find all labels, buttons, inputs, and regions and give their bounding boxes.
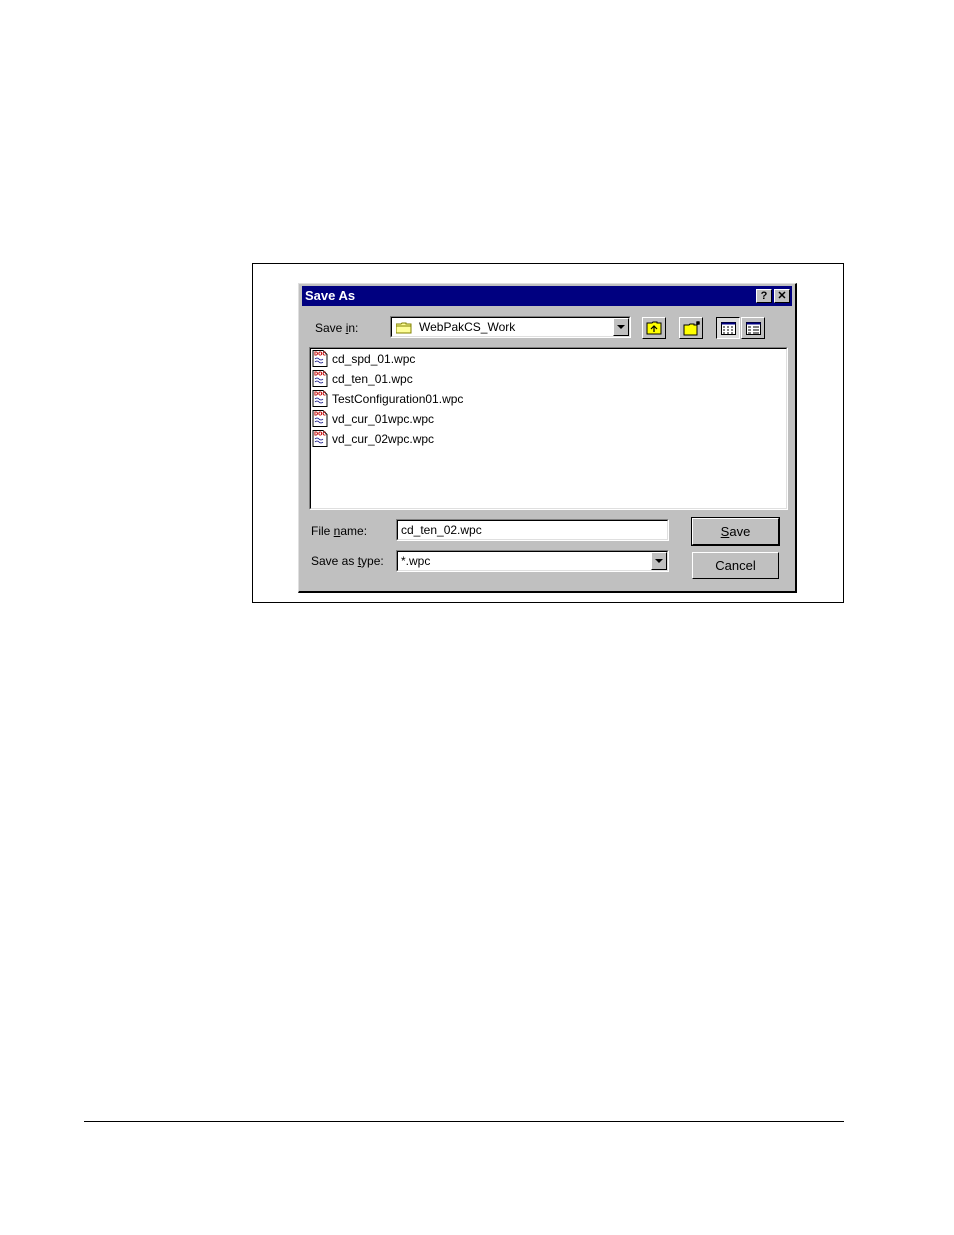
save-as-type-value: *.wpc bbox=[401, 554, 431, 568]
svg-text:DOC: DOC bbox=[314, 392, 326, 398]
svg-text:DOC: DOC bbox=[314, 372, 326, 378]
document-icon: DOC bbox=[312, 350, 328, 367]
file-name: cd_spd_01.wpc bbox=[332, 352, 416, 366]
up-folder-icon bbox=[646, 321, 662, 340]
svg-text:DOC: DOC bbox=[314, 412, 326, 418]
chevron-down-icon[interactable] bbox=[651, 552, 667, 570]
details-view-button[interactable] bbox=[741, 317, 765, 339]
list-view-icon bbox=[721, 322, 736, 340]
file-list[interactable]: DOC cd_spd_01.wpc DOC cd_ten_01.wpc DOC TestC… bbox=[309, 347, 788, 510]
chevron-down-icon[interactable] bbox=[613, 318, 629, 336]
file-name: vd_cur_01wpc.wpc bbox=[332, 412, 435, 426]
save-in-dropdown[interactable]: WebPakCS_Work bbox=[390, 316, 631, 338]
details-view-icon bbox=[746, 322, 761, 340]
svg-text:DOC: DOC bbox=[314, 352, 326, 358]
list-view-button[interactable] bbox=[716, 317, 740, 339]
title-bar[interactable]: Save As ? ✕ bbox=[302, 286, 792, 306]
save-as-type-dropdown[interactable]: *.wpc bbox=[396, 550, 669, 572]
document-icon: DOC bbox=[312, 410, 328, 427]
new-folder-icon bbox=[683, 320, 701, 341]
save-button[interactable]: Save bbox=[691, 517, 780, 546]
file-name-label: File name: bbox=[311, 524, 368, 538]
cancel-button[interactable]: Cancel bbox=[692, 552, 779, 579]
save-as-dialog: Save As ? ✕ Save in: WebPakCS_Work DOC c… bbox=[298, 283, 797, 593]
footer-rule bbox=[84, 1121, 844, 1122]
document-icon: DOC bbox=[312, 370, 328, 387]
svg-text:DOC: DOC bbox=[314, 432, 326, 438]
file-name: cd_ten_01.wpc bbox=[332, 372, 413, 386]
save-in-label: Save in: bbox=[315, 321, 359, 335]
file-name-input[interactable]: cd_ten_02.wpc bbox=[396, 519, 669, 541]
file-name: vd_cur_02wpc.wpc bbox=[332, 432, 435, 446]
help-button[interactable]: ? bbox=[756, 289, 772, 303]
document-icon: DOC bbox=[312, 390, 328, 407]
folder-icon bbox=[395, 321, 412, 334]
dialog-title: Save As bbox=[305, 288, 356, 303]
file-name: TestConfiguration01.wpc bbox=[332, 392, 464, 406]
file-name-value: cd_ten_02.wpc bbox=[401, 523, 482, 537]
up-one-level-button[interactable] bbox=[642, 317, 666, 339]
new-folder-button[interactable] bbox=[679, 317, 703, 339]
save-as-type-label: Save as type: bbox=[311, 554, 384, 568]
document-icon: DOC bbox=[312, 430, 328, 447]
save-in-value: WebPakCS_Work bbox=[419, 320, 516, 334]
close-button[interactable]: ✕ bbox=[774, 289, 790, 303]
